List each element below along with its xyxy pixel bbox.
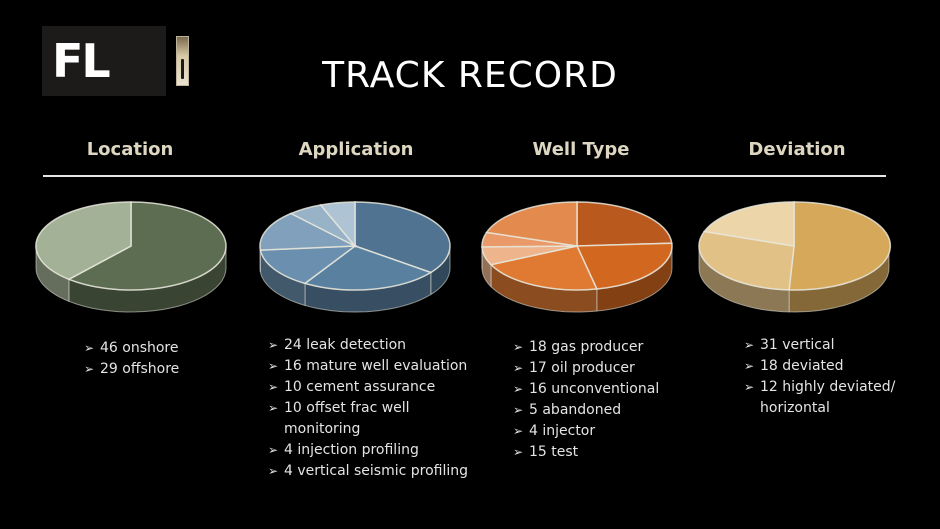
arrow-bullet-icon: ➢ <box>268 401 279 415</box>
arrow-bullet-icon: ➢ <box>513 382 524 396</box>
list-item: ➢ 46 onshore <box>84 338 244 359</box>
arrow-bullet-icon: ➢ <box>268 464 279 478</box>
list-item-text: 17 oil producer <box>529 360 635 376</box>
list-item: ➢ 4 injector <box>513 421 703 442</box>
list-item-text: 46 onshore <box>100 340 179 356</box>
list-item-text: 15 test <box>529 444 579 460</box>
list-item-text: 18 gas producer <box>529 339 644 355</box>
list-item: ➢ 17 oil producer <box>513 358 703 379</box>
arrow-bullet-icon: ➢ <box>513 340 524 354</box>
list-item: ➢ 24 leak detection <box>268 335 488 356</box>
list-item-text: 4 injector <box>529 423 596 439</box>
list-item: ➢ 29 offshore <box>84 359 244 380</box>
list-item: ➢ 10 offset frac well monitoring <box>268 398 488 440</box>
list-item: ➢ 16 mature well evaluation <box>268 356 488 377</box>
list-item-text: 4 vertical seismic profiling <box>284 463 469 479</box>
arrow-bullet-icon: ➢ <box>744 338 755 352</box>
arrow-bullet-icon: ➢ <box>84 362 95 376</box>
arrow-bullet-icon: ➢ <box>744 380 755 394</box>
arrow-bullet-icon: ➢ <box>513 445 524 459</box>
arrow-bullet-icon: ➢ <box>268 359 279 373</box>
list-item: ➢ 5 abandoned <box>513 400 703 421</box>
list-item: ➢ 18 gas producer <box>513 337 703 358</box>
list-item: ➢ 16 unconventional <box>513 379 703 400</box>
pie-slice: gas producer <box>576 201 673 247</box>
arrow-bullet-icon: ➢ <box>84 341 95 355</box>
arrow-bullet-icon: ➢ <box>513 403 524 417</box>
list-item: ➢ 4 injection profiling <box>268 440 488 461</box>
pie-location: onshoreoffshore <box>35 201 227 313</box>
arrow-bullet-icon: ➢ <box>268 338 279 352</box>
list-item-text: 4 injection profiling <box>284 442 419 458</box>
list-item: ➢ 10 cement assurance <box>268 377 488 398</box>
pie-deviation: verticaldeviatedhighly deviated/ horizon… <box>698 201 892 313</box>
list-item-text: 10 offset frac well monitoring <box>284 400 410 437</box>
deviation-list: ➢ 31 vertical ➢ 18 deviated ➢ 12 highly devia… <box>744 335 924 419</box>
arrow-bullet-icon: ➢ <box>268 443 279 457</box>
location-list: ➢ 46 onshore ➢ 29 offshore <box>84 338 244 380</box>
list-item: ➢ 12 highly deviated/ horizontal <box>744 377 924 419</box>
list-item-text: 24 leak detection <box>284 337 407 353</box>
list-item: ➢ 18 deviated <box>744 356 924 377</box>
pie-application: leak detectionmature well evaluationceme… <box>259 201 451 313</box>
list-item-text: 31 vertical <box>760 337 835 353</box>
list-item-text: 29 offshore <box>100 361 180 377</box>
list-item-text: 18 deviated <box>760 358 844 374</box>
list-item-text: 16 mature well evaluation <box>284 358 468 374</box>
list-item: ➢ 15 test <box>513 442 703 463</box>
arrow-bullet-icon: ➢ <box>513 361 524 375</box>
arrow-bullet-icon: ➢ <box>268 380 279 394</box>
pie-well-type: gas produceroil producerunconventionalab… <box>481 201 673 313</box>
list-item-text: 5 abandoned <box>529 402 622 418</box>
application-list: ➢ 24 leak detection ➢ 16 mature well evalua… <box>268 335 488 482</box>
arrow-bullet-icon: ➢ <box>744 359 755 373</box>
list-item-text: 16 unconventional <box>529 381 660 397</box>
well-type-list: ➢ 18 gas producer ➢ 17 oil producer ➢ 16 unco… <box>513 337 703 463</box>
list-item: ➢ 31 vertical <box>744 335 924 356</box>
list-item-text: 12 highly deviated/ horizontal <box>760 379 896 416</box>
list-item: ➢ 4 vertical seismic profiling <box>268 461 488 482</box>
arrow-bullet-icon: ➢ <box>513 424 524 438</box>
list-item-text: 10 cement assurance <box>284 379 436 395</box>
